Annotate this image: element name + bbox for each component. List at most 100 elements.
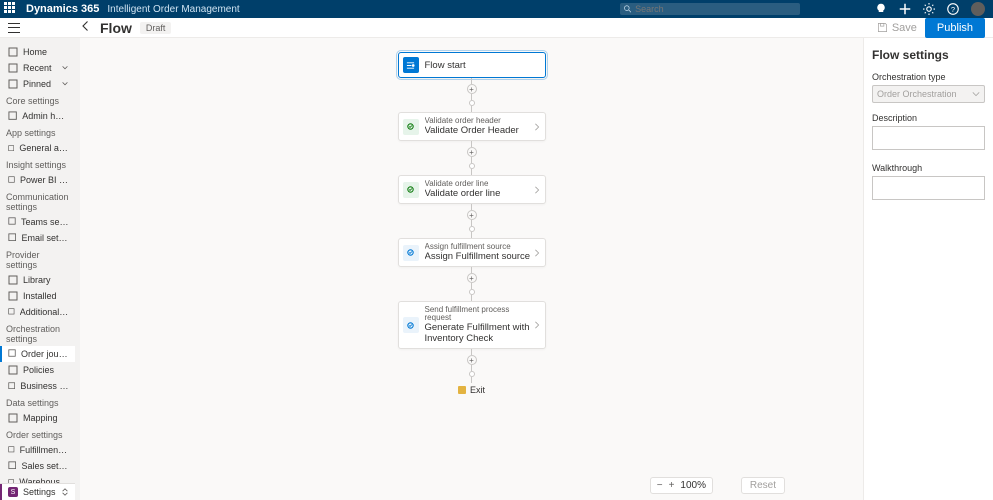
gear-icon[interactable]	[923, 3, 935, 15]
plus-icon[interactable]	[899, 3, 911, 15]
settings-badge: S	[8, 487, 18, 497]
connector: +	[398, 78, 546, 112]
sidebar-item[interactable]: Additional settings	[0, 304, 75, 320]
tag-icon	[8, 461, 16, 471]
add-step-button[interactable]: +	[467, 210, 477, 220]
sidebar-group-label: Communication settings	[0, 188, 75, 214]
map-icon	[8, 413, 18, 423]
step-title: Validate Order Header	[425, 125, 533, 136]
sidebar-item[interactable]: Sales settings	[0, 458, 75, 474]
chevron-right-icon	[533, 249, 541, 257]
sidebar-item[interactable]: Pinned	[0, 76, 75, 92]
sidebar-item[interactable]: General app setti…	[0, 140, 75, 156]
flow-canvas[interactable]: Flow start +Validate order headerValidat…	[80, 38, 863, 500]
sidebar-group-label: Data settings	[0, 394, 75, 410]
sidebar-item[interactable]: Library	[0, 272, 75, 288]
chevron-down-icon	[972, 90, 980, 98]
sidebar-item-label: Mapping	[23, 413, 58, 423]
help-icon[interactable]: ?	[947, 3, 959, 15]
step-title: Assign Fulfillment source	[425, 251, 533, 262]
exit-icon	[458, 386, 466, 394]
panel-title: Flow settings	[872, 48, 985, 62]
status-badge: Draft	[140, 22, 172, 34]
sidebar-item[interactable]: Installed	[0, 288, 75, 304]
brand-name: Dynamics 365	[26, 3, 99, 15]
lightbulb-icon[interactable]	[875, 3, 887, 15]
zoom-control: − + 100%	[650, 477, 713, 494]
zoom-out-button[interactable]: −	[657, 480, 663, 491]
sidebar-item-label: Admin home	[22, 111, 69, 121]
sidebar-item[interactable]: Order journeys	[0, 346, 75, 362]
clock-icon	[8, 63, 18, 73]
flow-step[interactable]: Send fulfillment process requestGenerate…	[398, 301, 546, 349]
sidebar-item[interactable]: Recent	[0, 60, 75, 76]
chevron-down-icon	[61, 64, 69, 72]
box-icon	[8, 291, 18, 301]
app-launcher-icon[interactable]	[4, 2, 18, 16]
sidebar-item-label: General app setti…	[19, 143, 69, 153]
add-step-button[interactable]: +	[467, 147, 477, 157]
page-title: Flow	[100, 20, 132, 36]
step-subtitle: Validate order header	[425, 117, 533, 125]
add-step-button[interactable]: +	[467, 355, 477, 365]
avatar[interactable]	[971, 2, 985, 16]
menu-icon[interactable]	[8, 23, 20, 33]
save-button[interactable]: Save	[877, 22, 917, 34]
zoom-in-button[interactable]: +	[669, 480, 675, 491]
sidebar-item-label: Policies	[23, 365, 54, 375]
search-input[interactable]	[635, 4, 796, 14]
settings-panel: Flow settings Orchestration type Order O…	[863, 38, 993, 500]
orchestration-type-select[interactable]: Order Orchestration	[872, 85, 985, 103]
sidebar-item[interactable]: Admin home	[0, 108, 75, 124]
sidebar-group-label: App settings	[0, 124, 75, 140]
sidebar-item-label: Fulfillment settings	[20, 445, 69, 455]
sidebar-item[interactable]: Policies	[0, 362, 75, 378]
description-textarea[interactable]	[872, 126, 985, 150]
step-subtitle: Validate order line	[425, 180, 533, 188]
flow-step[interactable]: Validate order lineValidate order line	[398, 175, 546, 204]
flow-step[interactable]: Validate order headerValidate Order Head…	[398, 112, 546, 141]
step-type-icon	[403, 182, 419, 198]
sidebar-settings-switcher[interactable]: S Settings	[0, 484, 75, 500]
back-button[interactable]	[80, 20, 92, 35]
connector: +	[398, 204, 546, 238]
save-icon	[877, 22, 888, 33]
orchestration-type-label: Orchestration type	[872, 72, 985, 82]
sidebar-group-label: Insight settings	[0, 156, 75, 172]
sidebar-item[interactable]: Business events	[0, 378, 75, 394]
sidebar-group-label: Provider settings	[0, 246, 75, 272]
step-type-icon	[403, 245, 419, 261]
doc-icon	[8, 365, 18, 375]
walkthrough-textarea[interactable]	[872, 176, 985, 200]
zoom-level: 100%	[680, 480, 706, 491]
flow-start-node[interactable]: Flow start	[398, 52, 546, 78]
add-step-button[interactable]: +	[467, 273, 477, 283]
sidebar-item-label: Pinned	[23, 79, 51, 89]
publish-button[interactable]: Publish	[925, 18, 985, 38]
zoom-reset-button[interactable]: Reset	[741, 477, 785, 494]
sidebar-item[interactable]: Power BI Insights	[0, 172, 75, 188]
global-search[interactable]	[620, 3, 800, 15]
step-subtitle: Assign fulfillment source	[425, 243, 533, 251]
global-header: Dynamics 365 Intelligent Order Managemen…	[0, 0, 993, 18]
sidebar-item[interactable]: Mapping	[0, 410, 75, 426]
page-header: Flow Draft Save Publish	[0, 18, 993, 38]
flow-step[interactable]: Assign fulfillment sourceAssign Fulfillm…	[398, 238, 546, 267]
step-type-icon	[403, 317, 419, 333]
svg-text:?: ?	[951, 5, 955, 14]
connector: +	[398, 267, 546, 301]
add-step-button[interactable]: +	[467, 84, 477, 94]
chart-icon	[8, 175, 15, 185]
flow-exit-node[interactable]: Exit	[458, 385, 485, 395]
sidebar-item[interactable]: Teams settings	[0, 214, 75, 230]
sidebar-item[interactable]: Fulfillment settings	[0, 442, 75, 458]
truck-icon	[8, 445, 15, 455]
sidebar-item[interactable]: Email settings	[0, 230, 75, 246]
step-subtitle: Send fulfillment process request	[425, 306, 533, 322]
sidebar-item-label: Business events	[20, 381, 69, 391]
sidebar-item[interactable]: Home	[0, 44, 75, 60]
sidebar-item-label: Power BI Insights	[20, 175, 69, 185]
sidebar-item-label: Library	[23, 275, 51, 285]
sidebar-group-label: Core settings	[0, 92, 75, 108]
sidebar-item-label: Home	[23, 47, 47, 57]
